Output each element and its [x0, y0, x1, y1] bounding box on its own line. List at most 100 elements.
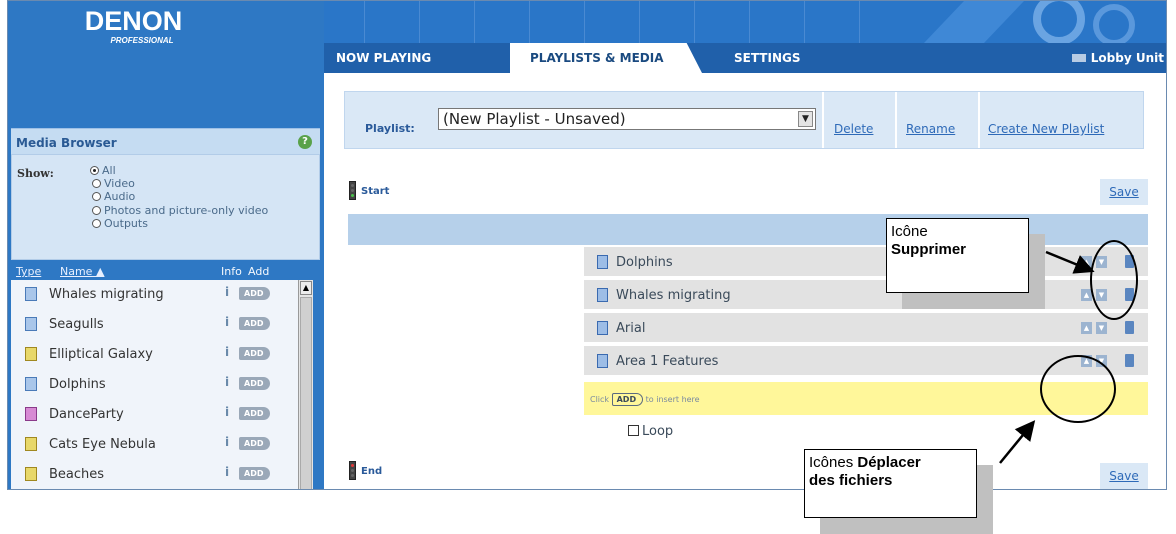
media-list-scrollbar[interactable]: ▲ — [298, 280, 313, 489]
header-banner — [324, 1, 1166, 43]
media-name: Whales migrating — [49, 287, 164, 302]
add-button[interactable]: ADD — [239, 377, 271, 390]
radio-video[interactable]: Video — [92, 177, 135, 190]
add-button[interactable]: ADD — [239, 407, 271, 420]
media-browser-header: Media Browser ? — [11, 128, 320, 154]
media-browser-panel: DENON PROFESSIONAL Media Browser ? Show:… — [8, 1, 324, 489]
scroll-thumb[interactable] — [300, 297, 312, 489]
video-file-icon — [597, 255, 608, 269]
add-button[interactable]: ADD — [239, 347, 271, 360]
picture-file-icon — [25, 347, 37, 361]
brand-logo: DENON PROFESSIONAL — [8, 1, 324, 61]
move-up-icon[interactable]: ▲ — [1081, 322, 1092, 334]
end-marker: End — [361, 466, 383, 477]
info-icon[interactable]: i — [225, 345, 229, 359]
media-name: DanceParty — [49, 407, 124, 422]
start-light-icon — [349, 181, 356, 200]
table-row[interactable]: Arial ▲ ▼ — [584, 313, 1148, 344]
info-icon[interactable]: i — [225, 465, 229, 479]
add-button[interactable]: ADD — [239, 317, 271, 330]
playlist-label: Playlist: — [365, 122, 415, 135]
move-down-icon[interactable]: ▼ — [1096, 322, 1107, 334]
radio-outputs[interactable]: Outputs — [92, 217, 148, 230]
end-light-icon — [349, 461, 356, 480]
column-info: Info — [221, 265, 242, 278]
toolbar-divider — [978, 92, 980, 148]
add-badge: ADD — [611, 393, 644, 406]
brand-subtitle: PROFESSIONAL — [110, 36, 174, 45]
playlist-item-name: Area 1 Features — [616, 354, 719, 369]
playlist-item-name: Arial — [616, 321, 646, 336]
show-label: Show: — [17, 167, 54, 180]
toolbar-divider — [895, 92, 897, 148]
media-name: Beaches — [49, 467, 105, 482]
loop-checkbox[interactable]: Loop — [628, 424, 673, 439]
insert-hint: Click ADD to insert here — [590, 393, 700, 406]
video-file-icon — [597, 288, 608, 302]
scroll-up-arrow-icon[interactable]: ▲ — [300, 281, 312, 295]
info-icon[interactable]: i — [225, 375, 229, 389]
video-file-icon — [25, 287, 37, 301]
trash-icon[interactable] — [1125, 354, 1134, 367]
sort-by-name[interactable]: Name ▲ — [60, 265, 104, 278]
info-icon[interactable]: i — [225, 405, 229, 419]
table-row[interactable]: Dolphins ▲ ▼ — [584, 247, 1148, 278]
brand-name: DENON — [84, 6, 183, 36]
add-button[interactable]: ADD — [239, 287, 271, 300]
delete-playlist-link[interactable]: Delete — [834, 122, 873, 136]
list-item[interactable]: Elliptical Galaxy i ADD — [11, 340, 298, 370]
radio-selected-icon — [90, 166, 99, 175]
move-icons-callout: Icônes Déplacer des fichiers — [804, 449, 977, 518]
checkbox-icon — [628, 425, 639, 436]
table-row[interactable]: Whales migrating ▲ ▼ — [584, 280, 1148, 311]
tab-now-playing[interactable]: NOW PLAYING — [336, 43, 431, 73]
media-list: Whales migrating i ADD Seagulls i ADD El… — [11, 280, 298, 489]
video-file-icon — [25, 317, 37, 331]
radio-icon — [92, 219, 101, 228]
main-tabs: NOW PLAYING PLAYLISTS & MEDIA SETTINGS L… — [324, 43, 1166, 73]
radio-all[interactable]: All — [90, 164, 116, 177]
save-button-bottom[interactable]: Save — [1100, 463, 1148, 489]
help-icon[interactable]: ? — [298, 135, 312, 149]
radio-photos[interactable]: Photos and picture-only video — [92, 204, 268, 217]
radio-icon — [92, 206, 101, 215]
add-button[interactable]: ADD — [239, 437, 271, 450]
delete-icon-callout: Icône Supprimer — [886, 218, 1029, 293]
media-browser-title: Media Browser — [16, 136, 117, 150]
radio-audio[interactable]: Audio — [92, 190, 135, 203]
start-marker: Start — [361, 186, 390, 197]
create-playlist-link[interactable]: Create New Playlist — [988, 122, 1104, 136]
list-item[interactable]: Seagulls i ADD — [11, 310, 298, 340]
video-file-icon — [25, 377, 37, 391]
media-name: Elliptical Galaxy — [49, 347, 153, 362]
audio-file-icon — [25, 407, 37, 421]
media-name: Cats Eye Nebula — [49, 437, 156, 452]
sort-by-type[interactable]: Type — [16, 265, 41, 278]
add-button[interactable]: ADD — [239, 467, 271, 480]
trash-icon[interactable] — [1125, 321, 1134, 334]
video-file-icon — [597, 321, 608, 335]
unit-selector[interactable]: Lobby Unit — [1071, 43, 1164, 73]
move-highlight-ellipse — [1040, 355, 1116, 423]
list-item[interactable]: Cats Eye Nebula i ADD — [11, 430, 298, 460]
info-icon[interactable]: i — [225, 315, 229, 329]
dropdown-arrow-icon[interactable]: ▼ — [798, 111, 813, 127]
list-item[interactable]: Beaches i ADD — [11, 460, 298, 489]
playlist-toolbar: Playlist: (New Playlist - Unsaved) ▼ Del… — [344, 91, 1144, 149]
show-filter: Show: All Video Audio Photos and picture… — [11, 154, 320, 260]
radio-icon — [92, 179, 101, 188]
column-add: Add — [248, 265, 270, 278]
picture-file-icon — [25, 467, 37, 481]
playlist-item-name: Whales migrating — [616, 288, 731, 303]
info-icon[interactable]: i — [225, 285, 229, 299]
list-item[interactable]: Dolphins i ADD — [11, 370, 298, 400]
save-button-top[interactable]: Save — [1100, 179, 1148, 205]
tab-playlists-media[interactable]: PLAYLISTS & MEDIA — [530, 43, 664, 73]
list-item[interactable]: Whales migrating i ADD — [11, 280, 298, 310]
list-item[interactable]: DanceParty i ADD — [11, 400, 298, 430]
tab-settings[interactable]: SETTINGS — [734, 43, 801, 73]
rename-playlist-link[interactable]: Rename — [906, 122, 955, 136]
playlist-select[interactable]: (New Playlist - Unsaved) ▼ — [438, 108, 816, 130]
media-name: Dolphins — [49, 377, 106, 392]
info-icon[interactable]: i — [225, 435, 229, 449]
